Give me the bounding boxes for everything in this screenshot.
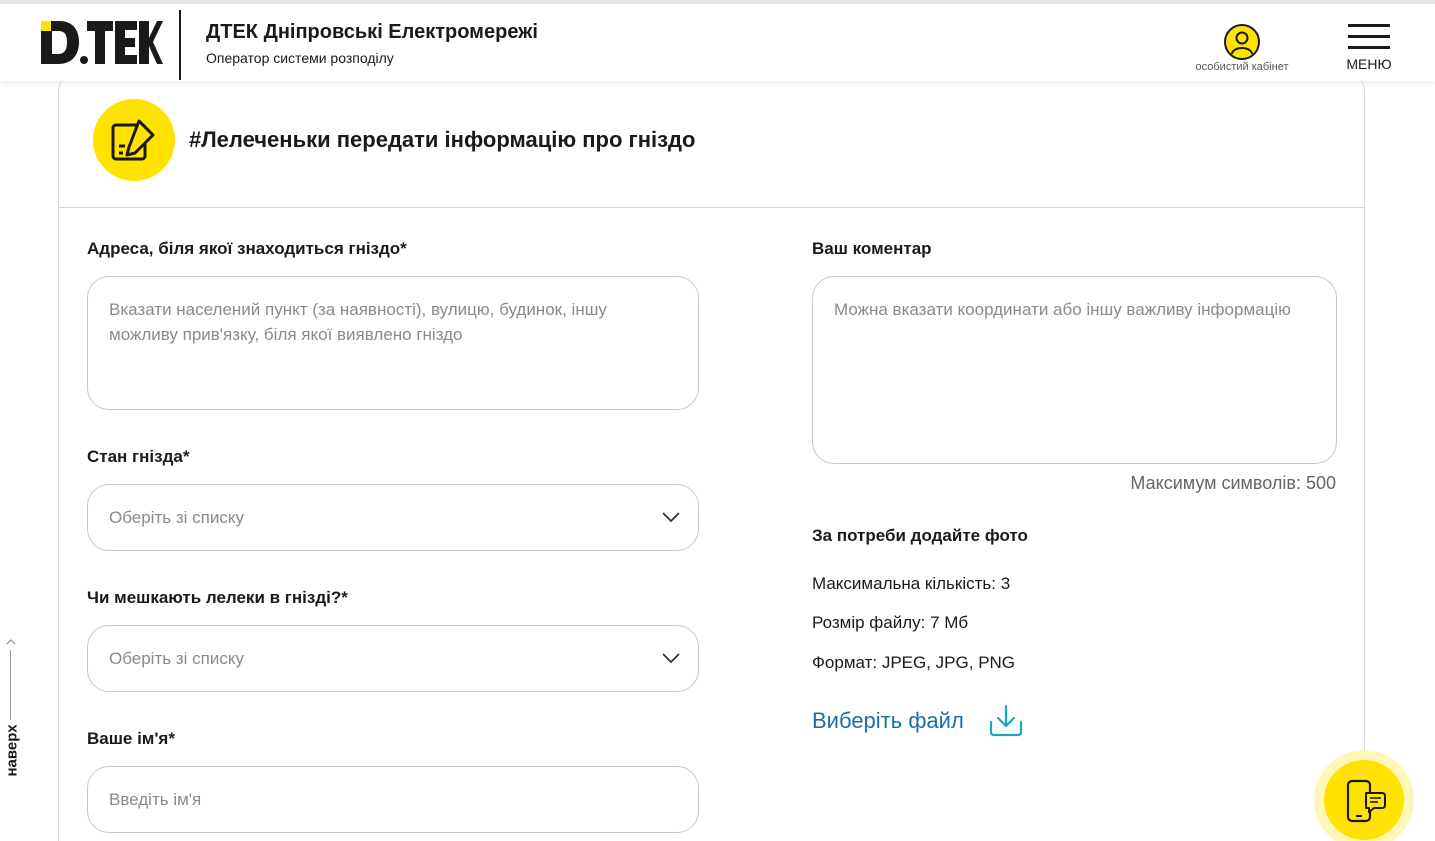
- chevron-up-icon: [6, 639, 16, 645]
- cabinet-label: особистий кабінет: [1195, 61, 1289, 73]
- photo-max-count: Максимальна кількість: 3: [812, 574, 1011, 593]
- name-label: Ваше ім'я*: [87, 729, 175, 748]
- site-header: ДТЕК Дніпровські Електромережі Оператор …: [0, 0, 1435, 81]
- edit-form-icon: [93, 99, 175, 181]
- storks-live-label: Чи мешкають лелеки в гнізді?*: [87, 588, 348, 607]
- comment-textarea[interactable]: [812, 276, 1337, 464]
- address-textarea[interactable]: [87, 276, 699, 410]
- chat-button-inner: [1324, 760, 1404, 840]
- nest-state-label: Стан гнізда*: [87, 447, 190, 466]
- comment-char-counter: Максимум символів: 500: [1130, 473, 1336, 493]
- name-input[interactable]: [87, 766, 699, 833]
- form-header: #Лелеченьки передати інформацію про гніз…: [59, 71, 1364, 208]
- back-to-top-label: наверх: [3, 724, 21, 777]
- storks-live-select[interactable]: Оберіть зі списку: [87, 625, 699, 692]
- hamburger-icon: [1348, 24, 1390, 50]
- back-to-top-line: [10, 650, 11, 720]
- menu-button[interactable]: МЕНЮ: [1340, 24, 1398, 78]
- storks-live-placeholder: Оберіть зі списку: [109, 649, 244, 668]
- dtek-logo[interactable]: [39, 18, 163, 68]
- menu-label: МЕНЮ: [1346, 56, 1392, 72]
- nest-state-placeholder: Оберіть зі списку: [109, 508, 244, 527]
- user-icon: [1224, 24, 1260, 60]
- nest-report-form: #Лелеченьки передати інформацію про гніз…: [58, 70, 1365, 841]
- chevron-down-icon: [662, 653, 680, 664]
- company-name: ДТЕК Дніпровські Електромережі: [206, 21, 538, 43]
- phone-chat-icon: [1346, 779, 1386, 823]
- chevron-down-icon: [662, 512, 680, 523]
- nest-state-select[interactable]: Оберіть зі списку: [87, 484, 699, 551]
- download-icon: [989, 704, 1022, 737]
- back-to-top-button[interactable]: наверх: [0, 632, 22, 792]
- form-title: #Лелеченьки передати інформацію про гніз…: [189, 127, 696, 152]
- choose-file-label: Виберіть файл: [812, 708, 964, 733]
- company-subtitle: Оператор системи розподілу: [206, 50, 394, 66]
- logo-divider: [179, 10, 181, 80]
- photo-format: Формат: JPEG, JPG, PNG: [812, 653, 1016, 672]
- photo-file-size: Розмір файлу: 7 Мб: [812, 613, 969, 632]
- photo-label: За потреби додайте фото: [812, 526, 1028, 545]
- choose-file-button[interactable]: Виберіть файл: [812, 701, 1024, 741]
- comment-label: Ваш коментар: [812, 239, 932, 258]
- address-label: Адреса, біля якої знаходиться гніздо*: [87, 239, 407, 258]
- personal-cabinet-link[interactable]: особистий кабінет: [1186, 24, 1298, 78]
- chat-button[interactable]: [1314, 750, 1414, 841]
